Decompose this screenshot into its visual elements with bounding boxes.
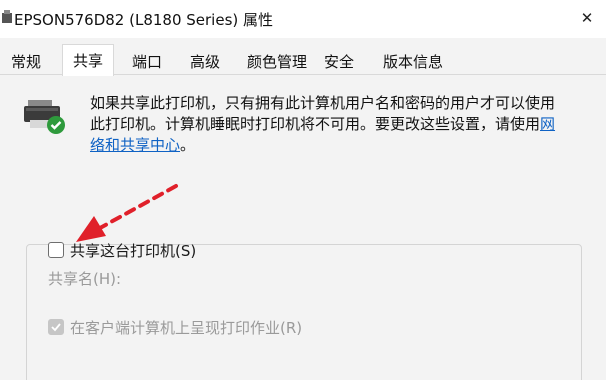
sharing-description: 如果共享此打印机，只有拥有此计算机用户名和密码的用户才可以使用 此打印机。计算机… xyxy=(90,93,580,156)
close-icon: ✕ xyxy=(580,9,594,27)
tab-color-management[interactable]: 颜色管理 xyxy=(240,48,314,74)
network-sharing-center-link-a[interactable]: 网 xyxy=(540,115,555,133)
share-settings-group xyxy=(26,244,582,380)
printer-check-icon xyxy=(24,100,65,134)
tab-general[interactable]: 常规 xyxy=(4,48,48,74)
title-bar: EPSON576D82 (L8180 Series) 属性 ✕ xyxy=(0,0,606,38)
share-printer-label[interactable]: 共享这台打印机(S) xyxy=(70,240,196,261)
description-line-1: 如果共享此打印机，只有拥有此计算机用户名和密码的用户才可以使用 xyxy=(90,94,556,112)
share-name-label: 共享名(H): xyxy=(48,270,122,288)
tab-security[interactable]: 安全 xyxy=(316,48,362,74)
render-jobs-checkbox xyxy=(48,319,64,335)
printer-small-icon xyxy=(2,10,12,23)
network-sharing-center-link-b[interactable]: 络和共享中心 xyxy=(90,136,180,154)
tab-advanced[interactable]: 高级 xyxy=(180,48,230,74)
checkmark-icon xyxy=(51,323,61,332)
close-button[interactable]: ✕ xyxy=(572,4,602,32)
tab-version-info[interactable]: 版本信息 xyxy=(376,48,450,74)
tab-sharing[interactable]: 共享 xyxy=(62,44,114,76)
description-line-2: 此打印机。计算机睡眠时打印机将不可用。要更改这些设置，请使用网 xyxy=(90,115,556,133)
window-title: EPSON576D82 (L8180 Series) 属性 xyxy=(14,11,274,29)
render-jobs-label: 在客户端计算机上呈现打印作业(R) xyxy=(70,319,303,337)
share-printer-checkbox[interactable] xyxy=(48,242,64,258)
tab-ports[interactable]: 端口 xyxy=(122,48,172,74)
description-line-3: 络和共享中心。 xyxy=(90,136,196,154)
